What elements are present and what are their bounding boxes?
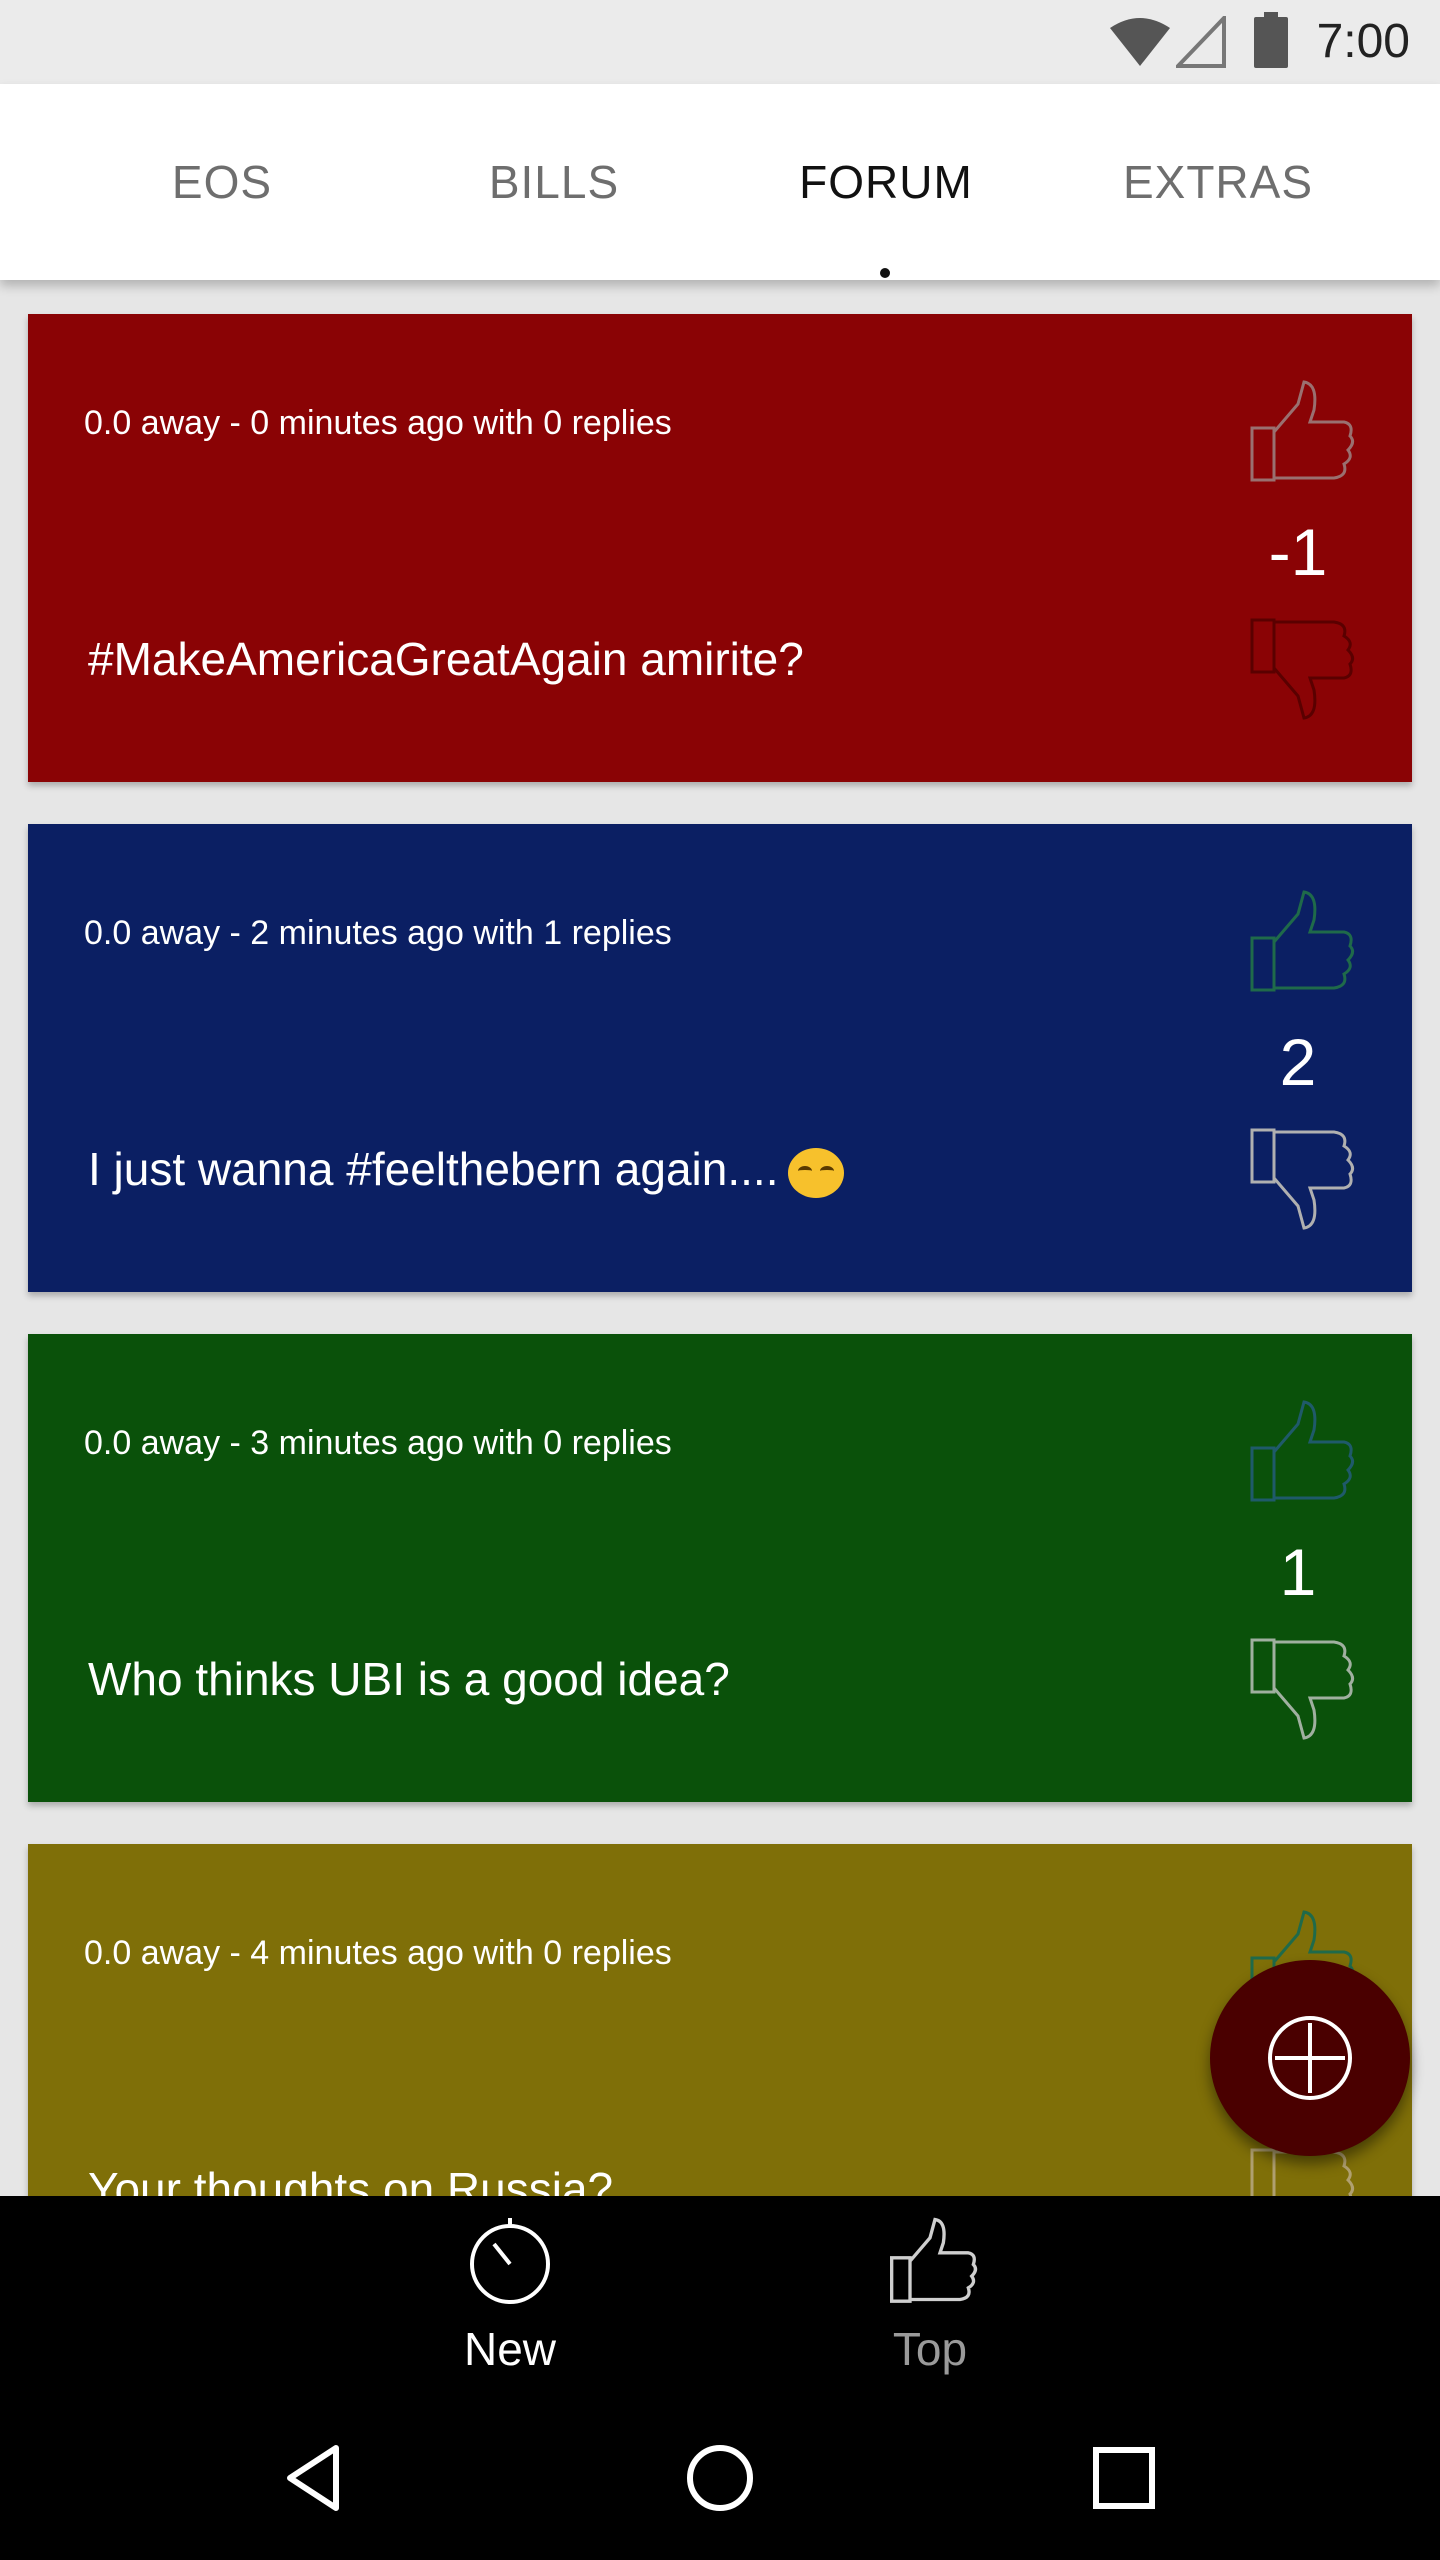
- post-title: Your thoughts on Russia?: [88, 2162, 613, 2196]
- thumbs-up-icon: [890, 2217, 978, 2303]
- post-title: Who thinks UBI is a good idea?: [88, 1652, 730, 1706]
- nav-top[interactable]: Top: [780, 2196, 1080, 2396]
- tab-forum[interactable]: FORUM: [720, 84, 1052, 280]
- active-tab-indicator: [880, 268, 890, 278]
- tab-bar: EOS BILLS FORUM EXTRAS: [0, 84, 1440, 280]
- thumbs-down-icon[interactable]: [1238, 1634, 1358, 1740]
- status-time: 7:00: [1316, 15, 1410, 68]
- post-title-text: Who thinks UBI is a good idea?: [88, 1653, 730, 1705]
- tab-bills[interactable]: BILLS: [388, 84, 720, 280]
- thumbs-down-icon[interactable]: [1238, 1124, 1358, 1230]
- post-card[interactable]: 0.0 away - 3 minutes ago with 0 replies …: [28, 1334, 1412, 1802]
- home-icon[interactable]: [680, 2438, 760, 2518]
- post-title: I just wanna #feelthebern again....: [88, 1142, 845, 1198]
- thumbs-up-icon[interactable]: [1238, 380, 1358, 486]
- system-navigation-bar: [0, 2396, 1440, 2560]
- tab-extras[interactable]: EXTRAS: [1052, 84, 1384, 280]
- back-icon[interactable]: [276, 2438, 356, 2518]
- recents-icon[interactable]: [1084, 2438, 1164, 2518]
- thumbs-up-icon[interactable]: [1238, 890, 1358, 996]
- crosshair-icon: [1268, 2016, 1352, 2100]
- nav-new-label: New: [463, 2323, 557, 2375]
- post-meta: 0.0 away - 3 minutes ago with 0 replies: [84, 1424, 672, 1462]
- post-card[interactable]: 0.0 away - 2 minutes ago with 1 replies …: [28, 824, 1412, 1292]
- tab-eos[interactable]: EOS: [56, 84, 388, 280]
- post-title-text: Your thoughts on Russia?: [88, 2163, 614, 2196]
- nav-top-label: Top: [892, 2323, 968, 2375]
- post-card[interactable]: 0.0 away - 4 minutes ago with 0 replies …: [28, 1844, 1412, 2196]
- post-title-text: #MakeAmericaGreatAgain amirite?: [88, 633, 804, 685]
- status-bar: 7:00: [0, 0, 1440, 84]
- battery-icon: [1254, 12, 1288, 68]
- post-card[interactable]: 0.0 away - 0 minutes ago with 0 replies …: [28, 314, 1412, 782]
- bottom-navigation: New Top: [0, 2196, 1440, 2396]
- post-meta: 0.0 away - 0 minutes ago with 0 replies: [84, 404, 672, 442]
- post-title: #MakeAmericaGreatAgain amirite?: [88, 632, 804, 686]
- nav-new[interactable]: New: [360, 2196, 660, 2396]
- timer-icon: [470, 2218, 550, 2304]
- wifi-icon: [1110, 18, 1170, 66]
- thumbs-down-icon[interactable]: [1238, 614, 1358, 720]
- post-score: 1: [1279, 1535, 1317, 1609]
- forum-feed[interactable]: 0.0 away - 0 minutes ago with 0 replies …: [0, 280, 1440, 2196]
- signal-icon: [1176, 16, 1226, 68]
- post-meta: 0.0 away - 4 minutes ago with 0 replies: [84, 1934, 672, 1972]
- new-post-fab[interactable]: [1210, 1960, 1410, 2156]
- post-score: -1: [1268, 515, 1328, 589]
- post-meta: 0.0 away - 2 minutes ago with 1 replies: [84, 914, 672, 952]
- thumbs-up-icon[interactable]: [1238, 1400, 1358, 1506]
- post-score: 2: [1279, 1025, 1317, 1099]
- persevering-face-emoji: [788, 1147, 845, 1198]
- post-title-text: I just wanna #feelthebern again....: [88, 1143, 779, 1195]
